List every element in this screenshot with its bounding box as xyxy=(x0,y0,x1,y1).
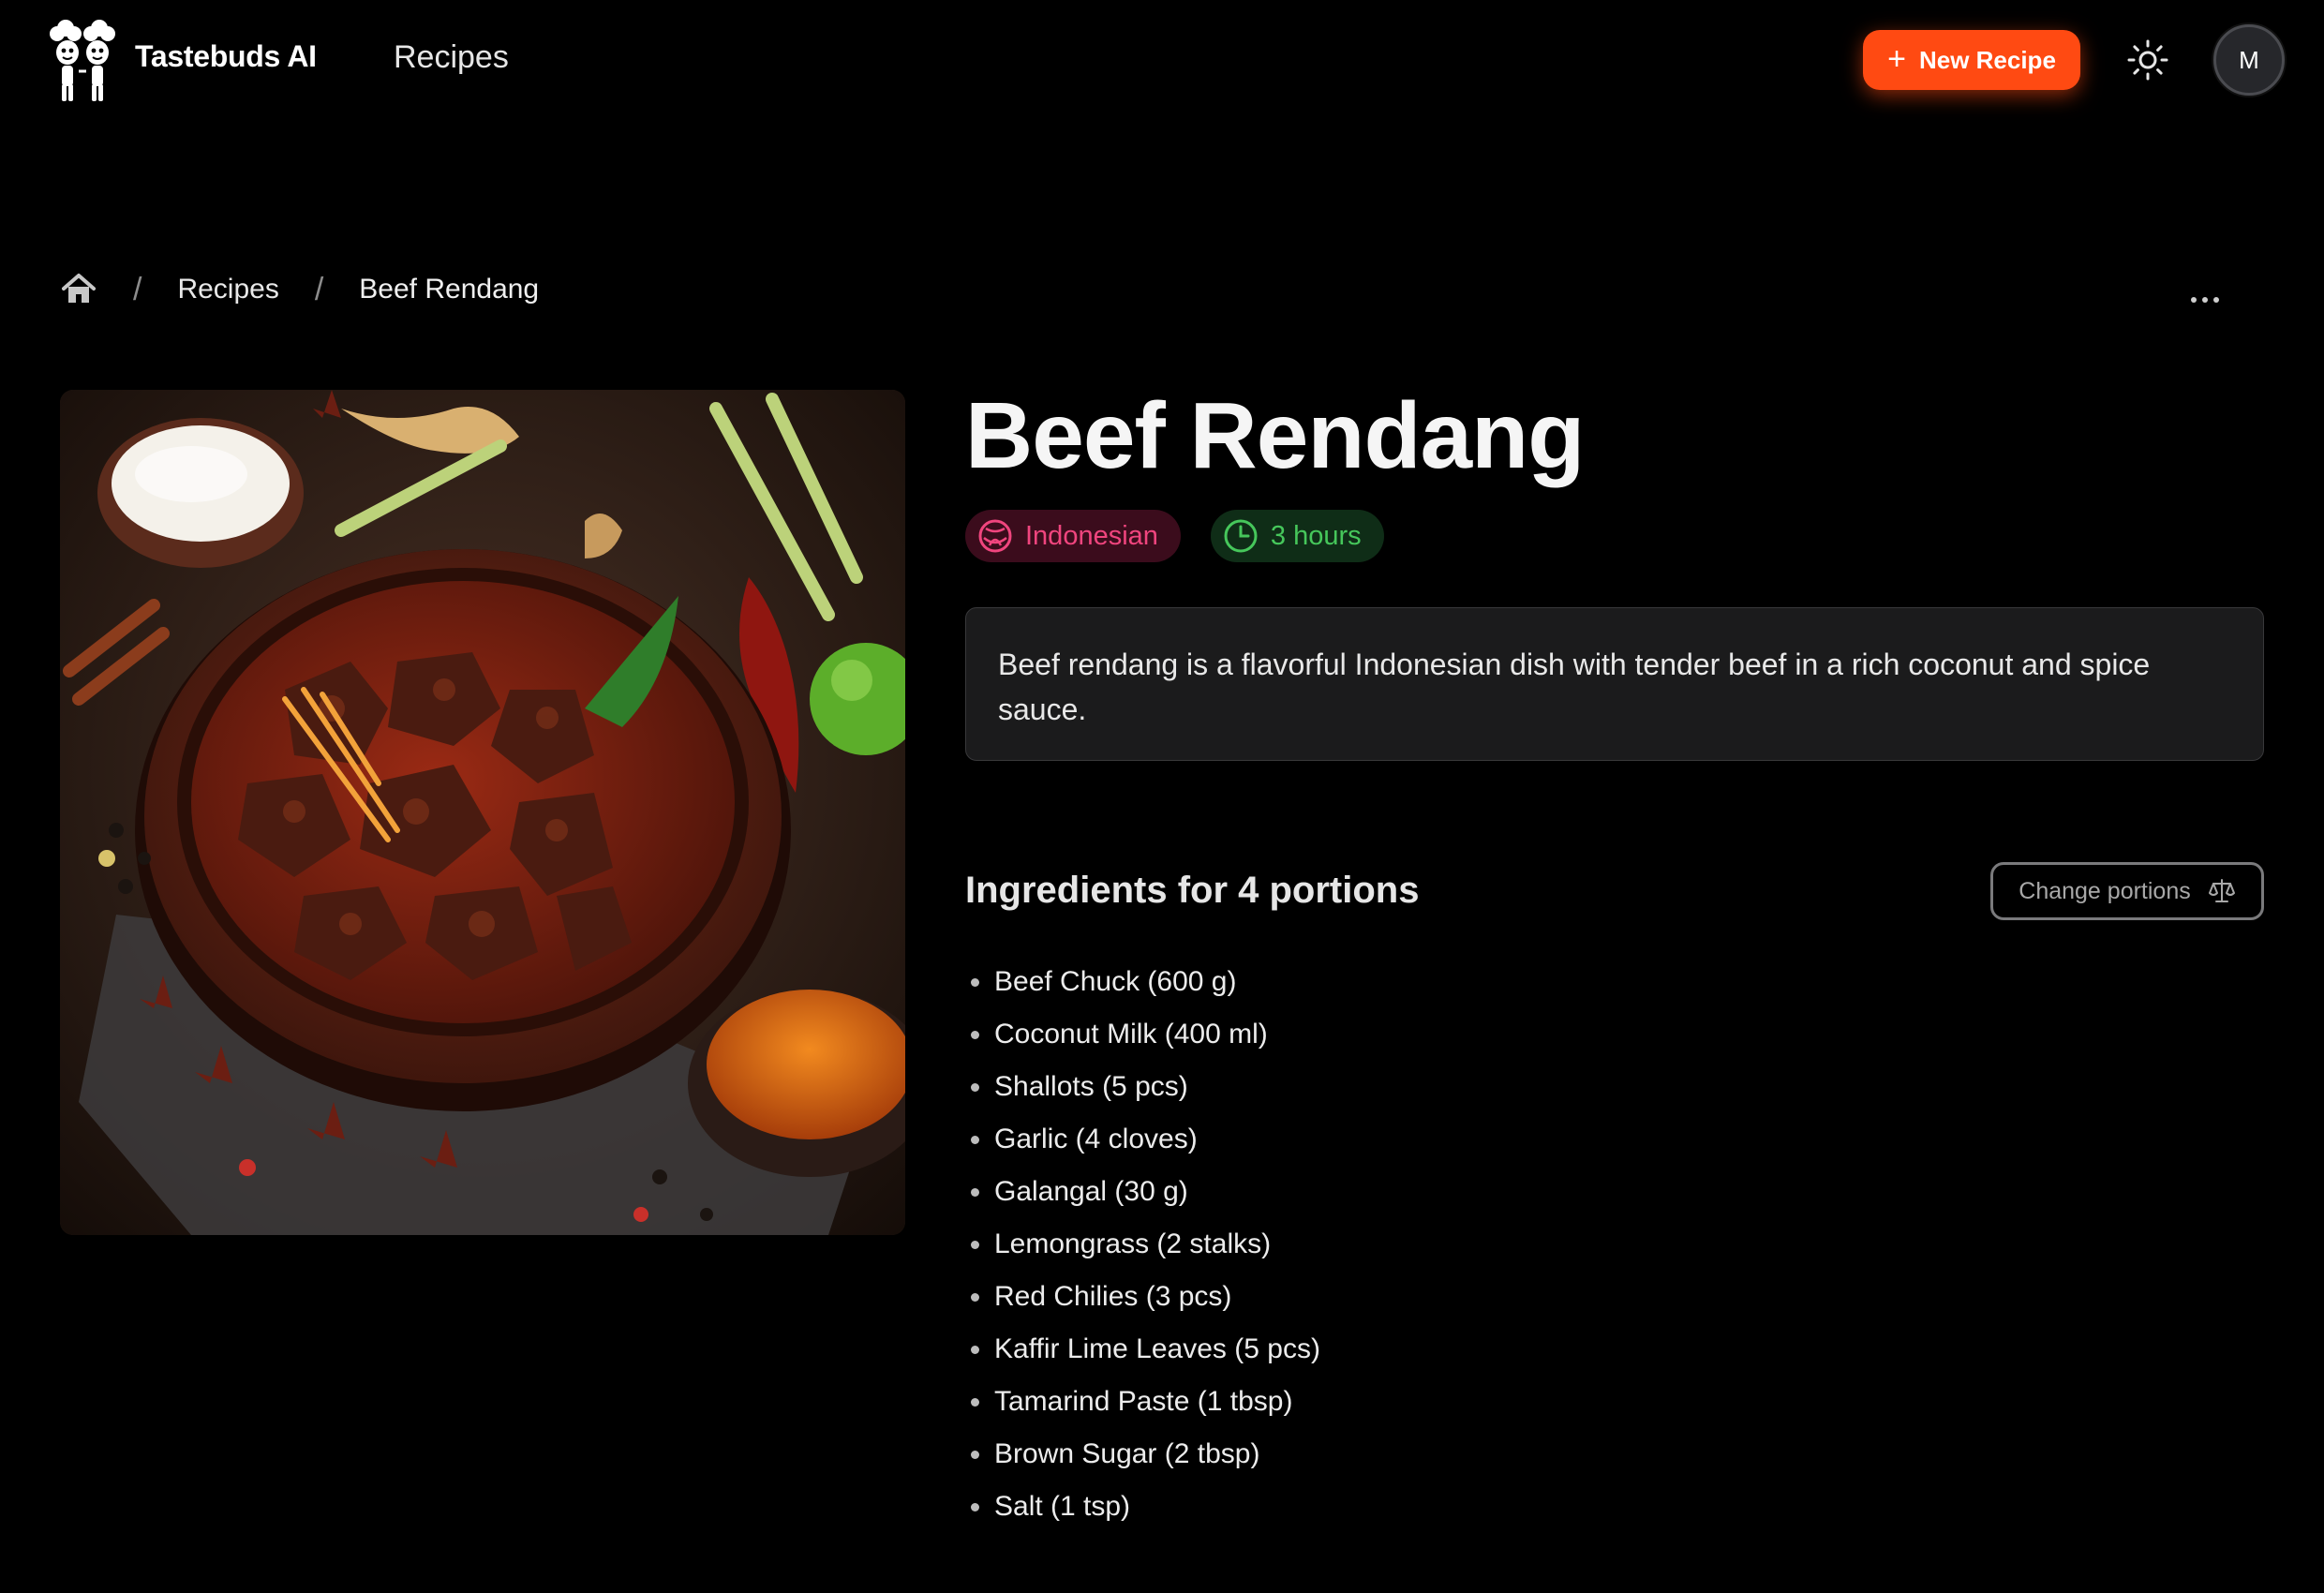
breadcrumb-current: Beef Rendang xyxy=(359,274,540,305)
ingredient-item: Galangal (30 g) xyxy=(965,1166,1320,1218)
ingredient-item: Coconut Milk (400 ml) xyxy=(965,1008,1320,1061)
ingredient-item: Garlic (4 cloves) xyxy=(965,1113,1320,1166)
new-recipe-button[interactable]: + New Recipe xyxy=(1863,30,2080,90)
ingredient-item: Tamarind Paste (1 tbsp) xyxy=(965,1376,1320,1428)
ingredient-item: Kaffir Lime Leaves (5 pcs) xyxy=(965,1323,1320,1376)
duration-tag[interactable]: 3 hours xyxy=(1210,510,1384,562)
cuisine-tag[interactable]: Indonesian xyxy=(965,510,1181,562)
recipe-tags: Indonesian 3 hours xyxy=(965,510,1384,562)
breadcrumb-separator: / xyxy=(314,271,324,307)
ingredient-item: Red Chilies (3 pcs) xyxy=(965,1271,1320,1323)
clock-icon xyxy=(1224,519,1258,553)
ingredients-heading: Ingredients for 4 portions xyxy=(965,870,1420,911)
breadcrumb: / Recipes / Beef Rendang xyxy=(60,266,539,313)
ingredients-list: Beef Chuck (600 g) Coconut Milk (400 ml)… xyxy=(965,956,1320,1533)
recipe-title: Beef Rendang xyxy=(965,383,1585,488)
scale-icon xyxy=(2208,879,2235,902)
more-options-icon[interactable] xyxy=(2183,281,2227,319)
recipe-description: Beef rendang is a flavorful Indonesian d… xyxy=(965,607,2264,761)
ingredient-item: Shallots (5 pcs) xyxy=(965,1061,1320,1113)
brand-name[interactable]: Tastebuds AI xyxy=(135,39,317,74)
change-portions-label: Change portions xyxy=(2019,877,2191,904)
chef-logo-icon[interactable] xyxy=(47,17,120,103)
plus-icon: + xyxy=(1887,40,1906,77)
sun-icon[interactable] xyxy=(2125,37,2170,82)
new-recipe-label: New Recipe xyxy=(1918,45,2056,74)
nav-link-recipes[interactable]: Recipes xyxy=(394,39,509,76)
breadcrumb-separator: / xyxy=(133,271,142,307)
home-icon[interactable] xyxy=(60,271,97,308)
breadcrumb-recipes[interactable]: Recipes xyxy=(177,274,278,305)
user-avatar[interactable]: M xyxy=(2213,24,2285,96)
change-portions-button[interactable]: Change portions xyxy=(1990,862,2264,920)
top-nav: Tastebuds AI Recipes + New Recipe M xyxy=(0,0,2324,122)
ingredient-item: Lemongrass (2 stalks) xyxy=(965,1218,1320,1271)
recipe-page: Tastebuds AI Recipes + New Recipe M / Re… xyxy=(0,0,2324,1593)
duration-label: 3 hours xyxy=(1270,520,1362,551)
ingredient-item: Beef Chuck (600 g) xyxy=(965,956,1320,1008)
ingredient-item: Brown Sugar (2 tbsp) xyxy=(965,1428,1320,1481)
cuisine-icon xyxy=(978,519,1012,553)
ingredient-item: Salt (1 tsp) xyxy=(965,1481,1320,1533)
recipe-photo xyxy=(60,390,905,1235)
cuisine-label: Indonesian xyxy=(1025,520,1158,551)
